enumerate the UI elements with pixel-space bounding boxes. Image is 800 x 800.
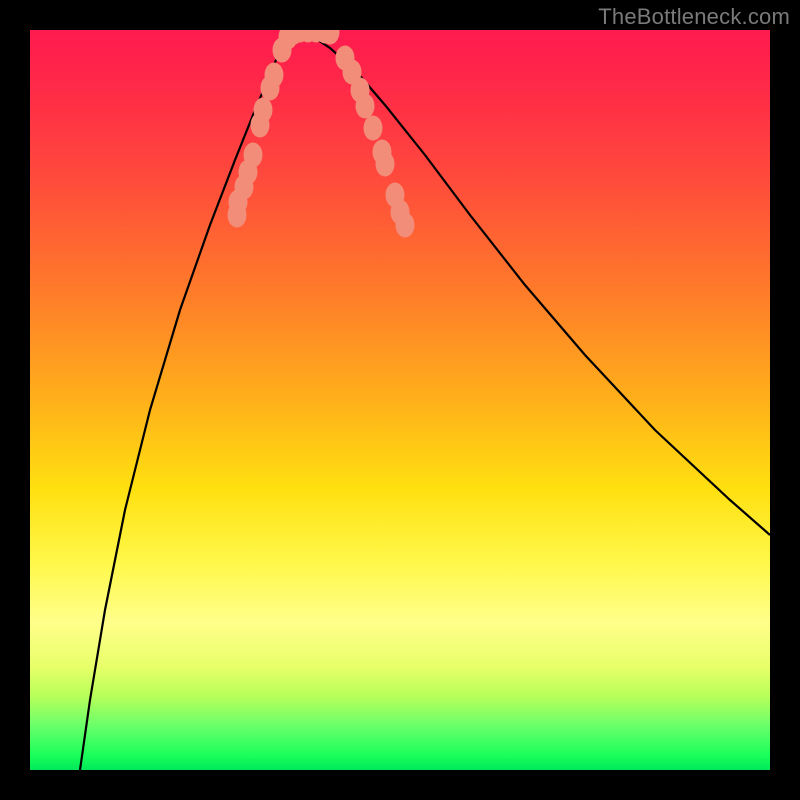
plot-area [30, 30, 770, 770]
chart-svg [30, 30, 770, 770]
marker-dot [265, 63, 284, 88]
marker-dot [396, 213, 415, 238]
marker-dot [376, 152, 395, 177]
marker-dot [364, 116, 383, 141]
marker-dot [356, 94, 375, 119]
marker-dot [254, 98, 273, 123]
marker-group [228, 30, 415, 238]
watermark-text: TheBottleneck.com [598, 4, 790, 30]
marker-dot [244, 143, 263, 168]
curve-path [80, 32, 770, 770]
chart-frame: TheBottleneck.com [0, 0, 800, 800]
